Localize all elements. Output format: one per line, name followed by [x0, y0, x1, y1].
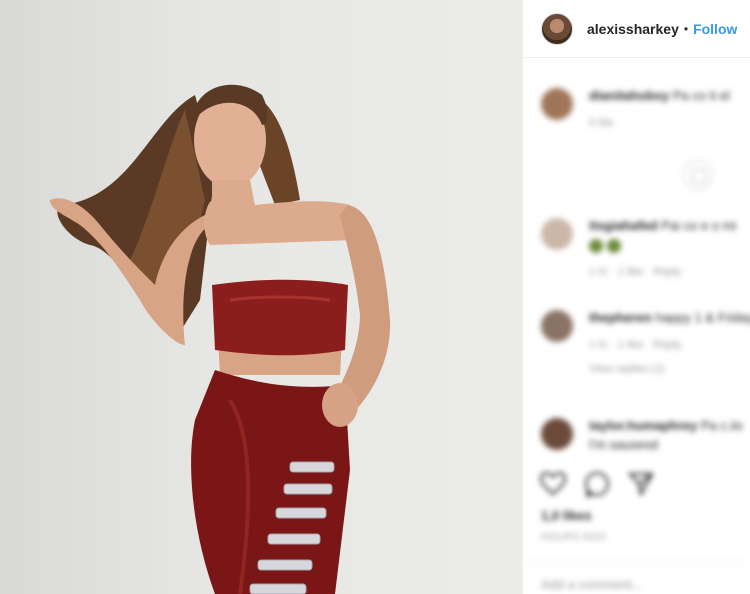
share-icon[interactable]	[625, 468, 657, 500]
view-replies-link[interactable]: View replies (1)	[589, 363, 750, 375]
comment-user[interactable]: dianitahobsy	[589, 88, 669, 103]
comment-text: happy 1 & Friday	[655, 310, 750, 325]
comment-text: Pai co e o mi	[661, 218, 737, 233]
post-sidebar: alexissharkey • Follow dianitahobsy Pa c…	[522, 0, 750, 594]
comment-item: thepheren happy 1 & Friday 1 hr · 1 like…	[541, 310, 750, 375]
comment-meta: 1 hr · 1 like · Reply	[589, 339, 682, 351]
comment-user[interactable]: itsgiahafed	[589, 218, 658, 233]
separator-dot: •	[683, 21, 689, 36]
heart-icon[interactable]	[537, 468, 569, 500]
comment-meta: 1 hr · 1 like · Reply	[589, 266, 682, 278]
username-link[interactable]: alexissharkey	[587, 21, 679, 37]
post-photo	[0, 0, 522, 594]
comment-avatar[interactable]	[541, 88, 573, 120]
comment-text: Pa c.iis	[701, 418, 743, 433]
likes-count[interactable]: 1,0 likes	[541, 508, 592, 523]
model-figure	[50, 84, 391, 594]
avatar[interactable]	[541, 12, 573, 45]
follow-button[interactable]: Follow	[693, 21, 737, 37]
comment-text: Pa co ti el	[672, 88, 730, 103]
comment-meta: 9 Me	[589, 117, 614, 129]
comment-icon[interactable]	[581, 468, 613, 500]
post-header: alexissharkey • Follow	[523, 0, 750, 58]
comments-list: dianitahobsy Pa co ti el 9 Me itsgiahafe…	[523, 60, 750, 460]
comment-item: dianitahobsy Pa co ti el 9 Me	[541, 88, 750, 129]
comment-avatar[interactable]	[541, 218, 573, 250]
post-date: HOURS AGO	[541, 532, 607, 543]
comment-avatar[interactable]	[541, 310, 573, 342]
plus-circle-icon[interactable]	[683, 160, 713, 190]
comment-item: itsgiahafed Pai co e o mi 1 hr · 1 like …	[541, 218, 750, 278]
comment-subtext: I'm sausesd	[589, 437, 658, 452]
comment-avatar[interactable]	[541, 418, 573, 450]
action-bar	[537, 468, 657, 500]
comment-item: taylor.humaphrey Pa c.iis I'm sausesd	[541, 418, 750, 452]
comment-user[interactable]: thepheren	[589, 310, 652, 325]
add-comment-input[interactable]: Add a comment...	[523, 560, 750, 594]
comment-user[interactable]: taylor.humaphrey	[589, 418, 697, 433]
